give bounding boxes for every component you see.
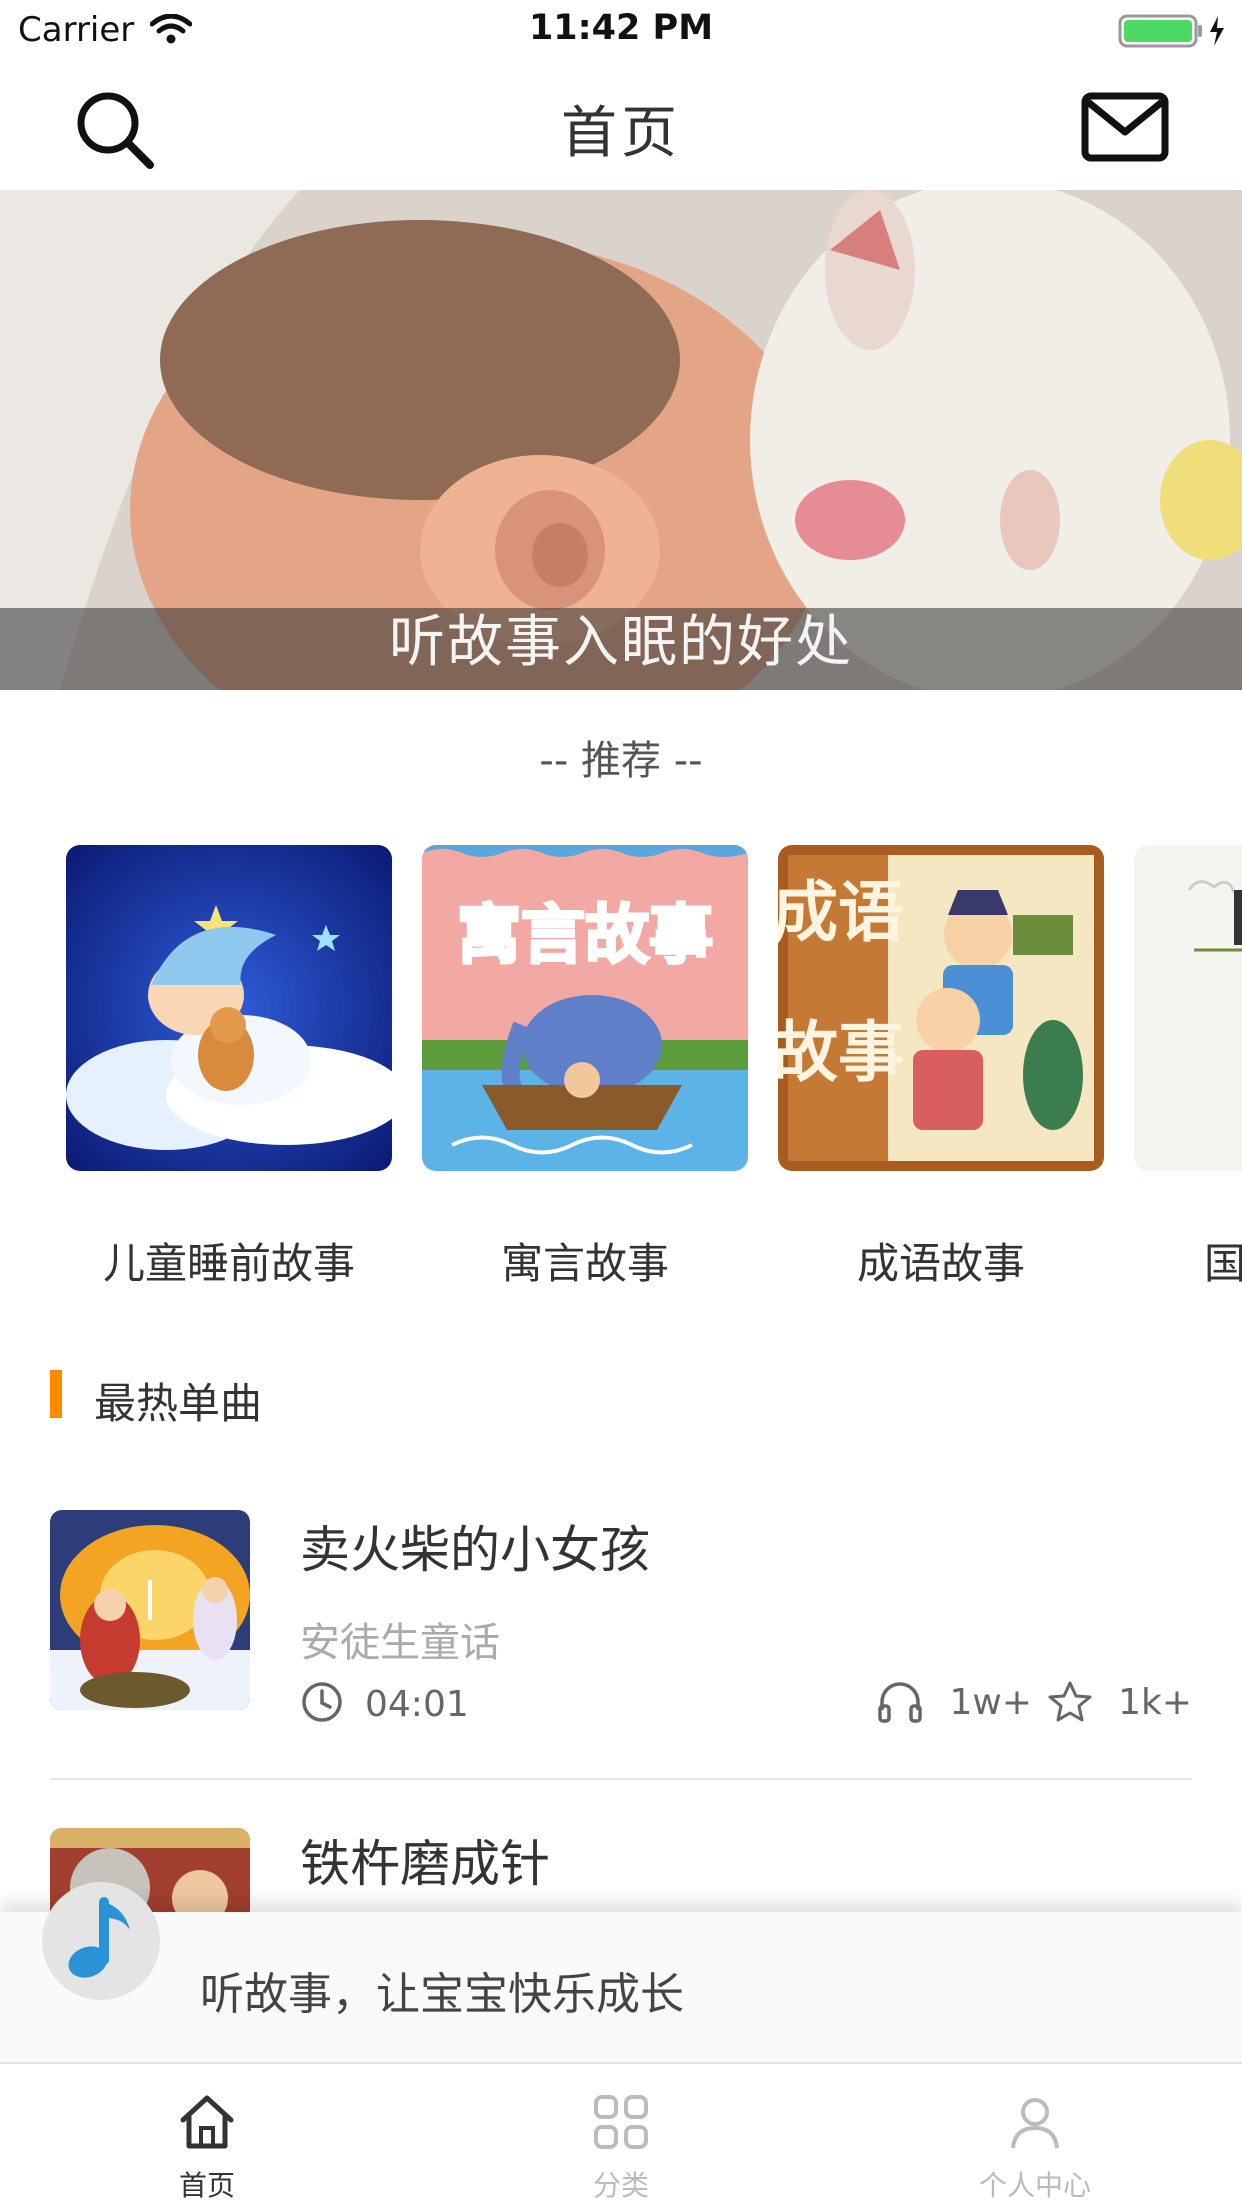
recommend-label: 儿童睡前故事 — [102, 1239, 355, 1285]
tab-label: 分类 — [592, 2169, 649, 2202]
grid-icon — [594, 2095, 648, 2149]
song-meta: 04:01 1w+ 1k+ — [300, 1680, 1192, 1730]
battery-icon — [1118, 14, 1224, 48]
tab-profile[interactable]: 个人中心 — [828, 2064, 1242, 2208]
favs-text: 1k+ — [1118, 1681, 1192, 1723]
page-title: 首页 — [561, 101, 681, 166]
home-icon — [180, 2095, 234, 2149]
player-disc[interactable] — [42, 1882, 160, 2000]
tab-category[interactable]: 分类 — [414, 2064, 828, 2208]
recommend-item-fable[interactable]: 寓言故事 寓言故事 — [422, 845, 748, 1285]
fable-story-cover: 寓言故事 — [422, 845, 748, 1171]
svg-text:成语: 成语 — [778, 873, 904, 951]
mini-player[interactable]: 听故事，让宝宝快乐成长 — [0, 1882, 1242, 2062]
banner-carousel[interactable]: 听故事入眠的好处 — [0, 190, 1242, 690]
song-plays: 1w+ — [876, 1680, 1032, 1724]
recommend-label: 寓言故事 — [500, 1239, 669, 1285]
recommend-section-title: -- 推荐 -- — [539, 738, 703, 784]
person-icon — [1011, 2098, 1059, 2149]
recommend-item-idiom[interactable]: 成语 故事 成语故事 — [772, 845, 1104, 1285]
plays-text: 1w+ — [949, 1681, 1032, 1723]
song-duration: 04:01 — [300, 1680, 469, 1733]
music-note-icon — [68, 1897, 130, 1978]
banner-caption: 听故事入眠的好处 — [389, 610, 853, 675]
recommend-label: 成语故事 — [856, 1239, 1025, 1285]
bedtime-story-cover — [66, 845, 406, 1171]
nav-bar: 首页 — [0, 60, 1242, 190]
song-author: 安徒生童话 — [300, 1620, 500, 1666]
mail-icon[interactable] — [1080, 90, 1170, 165]
recommend-label: 国 — [1204, 1239, 1242, 1285]
song-item[interactable]: 卖火柴的小女孩 安徒生童话 04:01 1w+ 1k+ — [50, 1510, 1192, 1782]
song-item[interactable]: 铁杵磨成针 — [50, 1828, 1192, 2028]
svg-text:寓言故事: 寓言故事 — [457, 899, 713, 973]
song-title: 铁杵磨成针 — [300, 1835, 550, 1893]
tab-bar: 首页 分类 个人中心 — [0, 2062, 1242, 2208]
clock-icon — [302, 1682, 342, 1722]
tab-label: 个人中心 — [978, 2169, 1091, 2202]
recommend-carousel[interactable]: 儿童睡前故事 寓言故事 寓言故事 成语 故事 成语故事 国 — [0, 845, 1242, 1285]
song-title: 卖火柴的小女孩 — [300, 1521, 650, 1579]
status-time: 11:42 PM — [528, 8, 714, 48]
recommend-item-bedtime[interactable]: 儿童睡前故事 — [66, 845, 406, 1285]
recommend-item-partial[interactable]: 国 — [1134, 845, 1242, 1285]
duration-text: 04:01 — [365, 1684, 469, 1725]
song-cover — [50, 1510, 250, 1710]
partial-story-cover — [1134, 845, 1242, 1171]
player-slogan: 听故事，让宝宝快乐成长 — [200, 1969, 684, 2020]
star-icon[interactable] — [1047, 1680, 1093, 1724]
song-favs: 1k+ — [1047, 1680, 1192, 1724]
hot-section-title: 最热单曲 — [94, 1379, 263, 1428]
svg-text:故事: 故事 — [778, 1013, 904, 1091]
headphones-icon — [878, 1682, 922, 1723]
status-bar: Carrier 11:42 PM — [0, 0, 1242, 60]
idiom-story-cover: 成语 故事 — [772, 845, 1104, 1171]
divider — [50, 1778, 1192, 1780]
tab-home[interactable]: 首页 — [0, 2064, 414, 2208]
section-accent-bar — [50, 1370, 62, 1418]
tab-label: 首页 — [178, 2169, 235, 2202]
